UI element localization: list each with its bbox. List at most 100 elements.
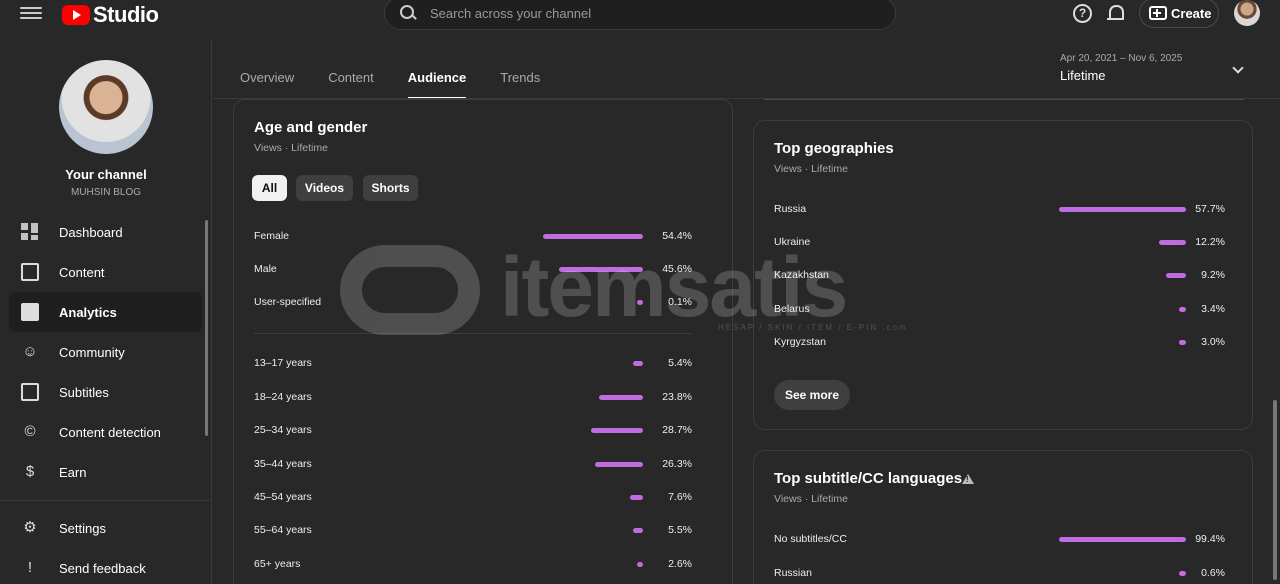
studio-logo[interactable]: Studio xyxy=(62,2,159,28)
tab-trends[interactable]: Trends xyxy=(500,70,540,99)
main-scrollbar[interactable] xyxy=(1273,400,1277,580)
sidebar-item-label: Dashboard xyxy=(59,224,123,240)
age-gender-divider xyxy=(254,333,692,334)
tab-overview[interactable]: Overview xyxy=(240,70,294,99)
cc-pct-russian: 0.6% xyxy=(1201,567,1225,579)
age-label-65-plus: 65+ years xyxy=(254,558,301,570)
geo-label-belarus: Belarus xyxy=(774,303,810,315)
notifications-bell-icon[interactable] xyxy=(1106,3,1126,25)
age-bar-35-44 xyxy=(595,462,643,467)
help-icon[interactable]: ? xyxy=(1073,4,1092,23)
dashboard-icon xyxy=(21,223,39,241)
search-bar[interactable] xyxy=(384,0,896,30)
cc-label-no-subtitles: No subtitles/CC xyxy=(774,533,847,545)
channel-avatar[interactable] xyxy=(59,60,153,154)
sidebar-item-label: Earn xyxy=(59,464,87,480)
age-gender-card xyxy=(233,99,733,584)
age-gender-subtitle: Views · Lifetime xyxy=(254,142,328,154)
geo-pct-russia: 57.7% xyxy=(1195,203,1225,215)
geo-label-kazakhstan: Kazakhstan xyxy=(774,269,829,281)
geo-label-russia: Russia xyxy=(774,203,807,215)
age-pct-35-44: 26.3% xyxy=(662,458,692,470)
gender-label-user-specified: User-specified xyxy=(254,296,322,308)
geo-bar-russia xyxy=(1059,207,1186,212)
sidebar-scrollbar[interactable] xyxy=(205,220,208,436)
community-icon: ☺ xyxy=(22,343,38,360)
geo-pct-kazakhstan: 9.2% xyxy=(1201,269,1225,281)
sidebar-item-earn[interactable]: $ Earn xyxy=(9,452,202,492)
create-button[interactable]: Create xyxy=(1139,0,1219,28)
gender-bar-female xyxy=(543,234,643,239)
chip-all[interactable]: All xyxy=(252,175,287,201)
sidebar-item-content-detection[interactable]: © Content detection xyxy=(9,412,202,452)
youtube-logo-icon xyxy=(62,5,90,25)
sidebar-item-label: Community xyxy=(59,344,125,360)
sidebar-item-dashboard[interactable]: Dashboard xyxy=(9,212,202,252)
copyright-icon: © xyxy=(24,423,36,440)
gender-pct-female: 54.4% xyxy=(662,230,692,242)
sidebar-item-send-feedback[interactable]: ! Send feedback xyxy=(9,548,202,584)
age-label-35-44: 35–44 years xyxy=(254,458,312,470)
date-range-text: Apr 20, 2021 – Nov 6, 2025 xyxy=(1060,53,1183,64)
search-icon[interactable] xyxy=(399,4,417,22)
gender-pct-male: 45.6% xyxy=(662,263,692,275)
gender-label-male: Male xyxy=(254,263,277,275)
chip-videos[interactable]: Videos xyxy=(296,175,353,201)
age-pct-18-24: 23.8% xyxy=(662,391,692,403)
sidebar-item-label: Send feedback xyxy=(59,560,146,576)
cc-pct-no-subtitles: 99.4% xyxy=(1195,533,1225,545)
tab-audience[interactable]: Audience xyxy=(407,70,467,99)
logo-text: Studio xyxy=(93,2,159,27)
geo-label-ukraine: Ukraine xyxy=(774,236,811,248)
age-label-13-17: 13–17 years xyxy=(254,357,312,369)
cc-bar-no-subtitles xyxy=(1059,537,1186,542)
tab-content[interactable]: Content xyxy=(328,70,374,99)
geographies-subtitle: Views · Lifetime xyxy=(774,163,848,175)
account-avatar[interactable] xyxy=(1234,0,1260,26)
gender-label-female: Female xyxy=(254,230,290,242)
sidebar-item-label: Subtitles xyxy=(59,384,109,400)
content-icon xyxy=(21,263,39,281)
sidebar-divider xyxy=(0,500,212,501)
analytics-icon xyxy=(21,303,39,321)
analytics-tabs: Overview Content Audience Trends xyxy=(240,70,574,99)
age-label-55-64: 55–64 years xyxy=(254,524,312,536)
feedback-icon: ! xyxy=(27,559,33,576)
sidebar-item-label: Content detection xyxy=(59,424,161,440)
age-pct-13-17: 5.4% xyxy=(668,357,692,369)
geo-pct-ukraine: 12.2% xyxy=(1195,236,1225,248)
subtitles-icon xyxy=(21,383,39,401)
age-label-45-54: 45–54 years xyxy=(254,491,312,503)
geo-pct-kyrgyzstan: 3.0% xyxy=(1201,336,1225,348)
sidebar-item-subtitles[interactable]: Subtitles xyxy=(9,372,202,412)
warning-icon[interactable] xyxy=(962,474,974,485)
cc-label-russian: Russian xyxy=(774,567,812,579)
search-input[interactable] xyxy=(430,5,870,21)
sidebar: Your channel MUHSIN BLOG Dashboard Conte… xyxy=(0,40,212,584)
chevron-down-icon[interactable] xyxy=(1232,62,1244,74)
channel-title: Your channel xyxy=(65,167,147,182)
age-pct-65-plus: 2.6% xyxy=(668,558,692,570)
subtitle-languages-subtitle: Views · Lifetime xyxy=(774,493,848,505)
sidebar-item-label: Content xyxy=(59,264,105,280)
date-range-picker[interactable]: Apr 20, 2021 – Nov 6, 2025 Lifetime xyxy=(1060,53,1182,83)
dollar-icon: $ xyxy=(25,463,35,480)
age-pct-45-54: 7.6% xyxy=(668,491,692,503)
sidebar-item-community[interactable]: ☺ Community xyxy=(9,332,202,372)
gender-pct-user-specified: 0.1% xyxy=(668,296,692,308)
create-video-icon xyxy=(1149,6,1167,20)
age-bar-25-34 xyxy=(591,428,643,433)
age-pct-25-34: 28.7% xyxy=(662,424,692,436)
sidebar-item-content[interactable]: Content xyxy=(9,252,202,292)
channel-name: MUHSIN BLOG xyxy=(70,187,141,198)
age-gender-title: Age and gender xyxy=(254,119,368,136)
subtitle-languages-title: Top subtitle/CC languages xyxy=(774,470,963,487)
sidebar-item-settings[interactable]: ⚙ Settings xyxy=(9,508,202,548)
sidebar-item-label: Settings xyxy=(59,520,106,536)
sidebar-item-analytics[interactable]: Analytics xyxy=(9,292,202,332)
menu-icon[interactable] xyxy=(20,4,42,22)
age-label-18-24: 18–24 years xyxy=(254,391,312,403)
create-label: Create xyxy=(1171,5,1212,21)
see-more-button[interactable]: See more xyxy=(774,380,850,410)
chip-shorts[interactable]: Shorts xyxy=(363,175,418,201)
